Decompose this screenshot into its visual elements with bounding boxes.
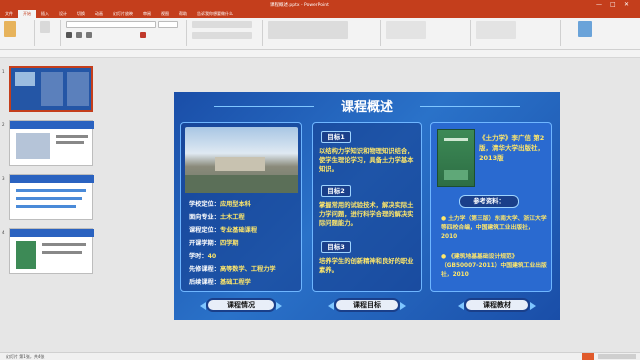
- course-materials-button[interactable]: 课程教材: [458, 298, 536, 312]
- slide-thumbnails-pane: 1 2 3 4: [0, 58, 98, 352]
- info-row: 学时：40: [189, 253, 217, 260]
- thumb-photo: [15, 72, 35, 86]
- thumb-panel: [67, 72, 89, 106]
- ground-shape: [185, 175, 298, 193]
- zoom-slider[interactable]: [598, 354, 636, 359]
- slide-thumbnail-1[interactable]: [9, 66, 93, 112]
- course-goals-button[interactable]: 课程目标: [328, 298, 406, 312]
- tab-animations[interactable]: 动画: [90, 11, 108, 17]
- reference-item: ● 土力学（第三版）东南大学、浙江大学等四校合编，中国建筑工业出版社，2010: [441, 216, 547, 240]
- info-row: 学校定位：应用型本科: [189, 201, 251, 208]
- thumb-photo: [16, 133, 50, 159]
- cover-line: [444, 138, 468, 141]
- course-materials-panel: 《土力学》李广信 第2版，清华大学出版社，2013版 参考资料： ● 土力学（第…: [430, 122, 552, 292]
- new-slide-icon[interactable]: [40, 21, 50, 33]
- goal-text-3: 培养学生的创新精神和良好的职业素养。: [319, 258, 414, 274]
- reference-item: ● 《建筑地基基础设计规范》（GB50007-2011）中国建筑工业出版社，20…: [441, 254, 547, 278]
- quick-styles[interactable]: [386, 21, 426, 39]
- thumb-number: 3: [2, 176, 5, 181]
- slide-counter: 幻灯片 第1张，共4张: [6, 354, 45, 359]
- tab-home[interactable]: 开始: [18, 10, 36, 18]
- title-bar: 课程概述.pptx - PowerPoint — □ ✕: [0, 0, 640, 10]
- slide-canvas[interactable]: 课程概述 学校定位：应用型本科 面向专业：土木工程 课程定位：专业基础课程 开课…: [174, 92, 560, 320]
- maximize-icon[interactable]: □: [610, 1, 616, 8]
- tab-help[interactable]: 帮助: [174, 11, 192, 17]
- campus-photo: [185, 127, 298, 193]
- slide-thumbnail-3[interactable]: [9, 174, 94, 220]
- font-name-select[interactable]: [66, 21, 156, 28]
- tell-me-search[interactable]: 告诉我你想要做什么: [192, 11, 238, 17]
- course-goals-panel: 目标1 以结构力学知识和物理知识结合，使学生理论学习，具备土力学基本知识。 目标…: [312, 122, 422, 292]
- course-info-panel: 学校定位：应用型本科 面向专业：土木工程 课程定位：专业基础课程 开课学期：四学…: [180, 122, 302, 292]
- paragraph-tools[interactable]: [192, 21, 252, 28]
- thumb-text: [56, 141, 84, 144]
- goal-tag-2: 目标2: [321, 185, 351, 197]
- textbook-info: 《土力学》李广信 第2版，清华大学出版社，2013版: [479, 134, 545, 162]
- font-color-icon[interactable]: [140, 32, 146, 38]
- minimize-icon[interactable]: —: [596, 1, 602, 8]
- paste-icon[interactable]: [4, 21, 16, 37]
- thumb-header: [10, 175, 94, 183]
- thumb-text: [16, 197, 82, 200]
- tab-review[interactable]: 审阅: [138, 11, 156, 17]
- info-row: 课程定位：专业基础课程: [189, 227, 258, 234]
- underline-icon[interactable]: [86, 32, 92, 38]
- goal-text-1: 以结构力学知识和物理知识结合，使学生理论学习，具备土力学基本知识。: [319, 148, 414, 173]
- shapes-gallery[interactable]: [268, 21, 348, 39]
- ribbon-tabs: 文件 开始 插入 设计 切换 动画 幻灯片放映 审阅 视图 帮助 告诉我你想要做…: [0, 10, 640, 18]
- info-row: 先修课程：高等数学、工程力学: [189, 266, 276, 273]
- ruler-bar: [0, 50, 640, 58]
- info-row: 面向专业：土木工程: [189, 214, 245, 221]
- thumb-text: [16, 205, 76, 208]
- tab-file[interactable]: 文件: [0, 11, 18, 17]
- gate-shape: [215, 157, 265, 171]
- close-icon[interactable]: ✕: [624, 1, 629, 8]
- slide-thumbnail-4[interactable]: [9, 228, 94, 274]
- recording-icon[interactable]: [582, 353, 594, 360]
- textbook-cover: [437, 129, 475, 187]
- ribbon: [0, 18, 640, 50]
- thumb-panel: [41, 72, 63, 106]
- align-tools[interactable]: [192, 32, 252, 39]
- course-overview-button[interactable]: 课程情况: [200, 298, 282, 312]
- bold-icon[interactable]: [66, 32, 72, 38]
- thumb-book: [16, 241, 36, 269]
- info-row: 开课学期：四学期: [189, 240, 239, 247]
- cover-band: [444, 170, 468, 180]
- thumb-text: [42, 251, 82, 254]
- tab-design[interactable]: 设计: [54, 11, 72, 17]
- tab-insert[interactable]: 插入: [36, 11, 54, 17]
- tab-transitions[interactable]: 切换: [72, 11, 90, 17]
- info-row: 后续课程：基础工程学: [189, 279, 251, 286]
- tab-view[interactable]: 视图: [156, 11, 174, 17]
- thumb-header: [10, 121, 94, 129]
- thumb-text: [42, 243, 86, 246]
- tab-slideshow[interactable]: 幻灯片放映: [108, 11, 138, 17]
- goal-tag-1: 目标1: [321, 131, 351, 143]
- slide-thumbnail-2[interactable]: [9, 120, 94, 166]
- slide-title: 课程概述: [340, 100, 393, 115]
- status-bar: 幻灯片 第1张，共4张: [0, 352, 640, 360]
- references-tag: 参考资料：: [459, 195, 519, 208]
- thumb-number: 2: [2, 122, 5, 127]
- thumb-number: 4: [2, 230, 5, 235]
- designer-icon[interactable]: [578, 21, 592, 37]
- thumb-text: [56, 135, 88, 138]
- goal-tag-3: 目标3: [321, 241, 351, 253]
- font-size-select[interactable]: [158, 21, 178, 28]
- goal-text-2: 掌握常用的试验技术，解决实际土力学问题，进行科学合理的解决实际问题能力。: [319, 202, 414, 227]
- window-title: 课程概述.pptx - PowerPoint: [270, 3, 329, 8]
- editing-tools[interactable]: [476, 21, 516, 39]
- thumb-number: 1: [2, 69, 5, 74]
- italic-icon[interactable]: [76, 32, 82, 38]
- thumb-text: [16, 189, 86, 192]
- thumb-header: [10, 229, 94, 237]
